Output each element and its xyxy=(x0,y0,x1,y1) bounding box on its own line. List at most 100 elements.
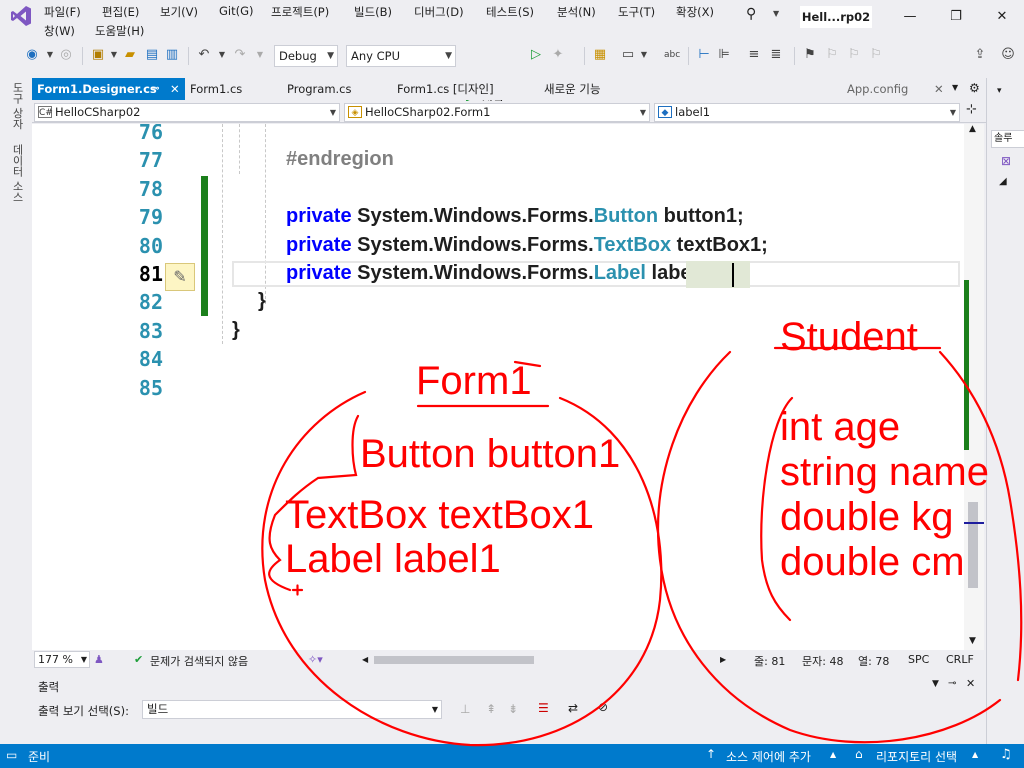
settings-icon[interactable]: ⚙ xyxy=(969,81,980,95)
line-ending-indicator[interactable]: CRLF xyxy=(946,653,974,666)
prev-bookmark-icon[interactable]: ⚐ xyxy=(824,47,840,63)
redo-dropdown-icon[interactable]: ▼ xyxy=(252,47,268,63)
notifications-icon[interactable]: ♫ xyxy=(1000,747,1012,762)
comment-icon[interactable]: ≡ xyxy=(746,47,762,63)
tab-whats-new[interactable]: 새로운 기능 xyxy=(539,78,639,100)
forward-icon[interactable]: ◎ xyxy=(58,47,74,63)
menu-debug[interactable]: 디버그(D) xyxy=(414,4,464,20)
class-dropdown[interactable]: ◈ HelloCSharp02.Form1 ▼ xyxy=(344,103,650,122)
align-left-icon[interactable]: ⊢ xyxy=(696,47,712,63)
source-control-dropdown-icon[interactable]: ▲ xyxy=(830,750,836,759)
scroll-right-icon[interactable]: ▶ xyxy=(720,655,726,664)
bookmark-icon[interactable]: ⚑ xyxy=(802,47,818,63)
back-dropdown-icon[interactable]: ▼ xyxy=(42,47,58,63)
add-source-control-button[interactable]: 소스 제어에 추가 xyxy=(726,748,811,765)
tab-list-icon[interactable]: ▼ xyxy=(952,83,958,92)
feedback-icon[interactable]: ☺ xyxy=(1000,47,1016,63)
save-all-icon[interactable]: ▥ xyxy=(164,47,180,63)
scroll-left-icon[interactable]: ◀ xyxy=(362,655,368,664)
tab-program-cs[interactable]: Program.cs xyxy=(282,78,382,100)
tab-form1-design[interactable]: Form1.cs [디자인] xyxy=(392,78,522,100)
code-editor[interactable]: 76 77 78 79 80 81 82 83 84 85 ✎ #endregi… xyxy=(32,124,964,650)
menu-project[interactable]: 프로젝트(P) xyxy=(271,4,329,20)
pin-icon[interactable]: ⊸ xyxy=(152,78,160,100)
prev-message-icon[interactable]: ⇞ xyxy=(486,702,496,716)
line-indicator[interactable]: 줄: 81 xyxy=(754,653,785,669)
tab-app-config[interactable]: App.config ✕ xyxy=(842,78,952,100)
tab-form1-designer[interactable]: Form1.Designer.cs ⊸ ✕ xyxy=(32,78,185,100)
close-tab-icon[interactable]: ✕ xyxy=(934,78,944,100)
horizontal-scroll-thumb[interactable] xyxy=(374,656,534,664)
menu-view[interactable]: 보기(V) xyxy=(160,4,198,20)
live-share-icon[interactable]: ⇪ xyxy=(972,47,988,63)
restore-icon[interactable]: ❐ xyxy=(942,6,970,28)
editor-status-bar: 177 % ▼ ♟ ✔ 문제가 검색되지 않음 ✧▾ ◀ ▶ 줄: 81 문자: … xyxy=(32,650,986,670)
goto-error-icon[interactable]: ⊥ xyxy=(460,702,470,716)
expand-icon[interactable]: ◢ xyxy=(999,176,1007,187)
toolbox-tab[interactable]: 도구 상자 xyxy=(9,82,25,130)
repo-dropdown-icon[interactable]: ▲ xyxy=(972,750,978,759)
layout-icon[interactable]: ▭ xyxy=(620,47,636,63)
redo-icon[interactable]: ↷ xyxy=(232,47,248,63)
save-icon[interactable]: ▤ xyxy=(144,47,160,63)
word-wrap-icon[interactable]: ⇄ xyxy=(568,701,578,715)
quick-actions-screwdriver-icon[interactable]: ✎ xyxy=(165,263,195,291)
whitespace-indicator[interactable]: SPC xyxy=(908,653,929,666)
menu-edit[interactable]: 편집(E) xyxy=(102,4,139,20)
close-tab-icon[interactable]: ✕ xyxy=(170,78,180,100)
vertical-scrollbar[interactable]: ▲ ▼ xyxy=(964,124,984,650)
scroll-thumb[interactable] xyxy=(968,502,978,588)
platform-select[interactable]: Any CPU ▼ xyxy=(346,45,456,67)
close-icon[interactable]: ✕ xyxy=(988,6,1016,28)
panel-arrow-icon[interactable]: ▾ xyxy=(997,86,1002,96)
project-dropdown[interactable]: C# HelloCSharp02 ▼ xyxy=(34,103,340,122)
next-message-icon[interactable]: ⇟ xyxy=(508,702,518,716)
undo-dropdown-icon[interactable]: ▼ xyxy=(214,47,230,63)
hot-reload-icon[interactable]: ✦ xyxy=(550,47,566,63)
layout-dropdown-icon[interactable]: ▼ xyxy=(636,47,652,63)
solution-search-field[interactable]: 솔루 xyxy=(991,130,1024,148)
spell-check-icon[interactable]: abc xyxy=(664,47,680,63)
back-icon[interactable]: ◉ xyxy=(24,47,40,63)
menu-extensions[interactable]: 확장(X) xyxy=(676,4,714,20)
configuration-select[interactable]: Debug ▼ xyxy=(274,45,338,67)
output-source-select[interactable]: 빌드 ▼ xyxy=(142,700,442,719)
menu-help[interactable]: 도움말(H) xyxy=(95,23,144,39)
panel-menu-icon[interactable]: ▼ xyxy=(932,679,939,689)
data-sources-tab[interactable]: 데이터 소스 xyxy=(9,144,25,203)
search-dropdown-icon[interactable]: ▼ xyxy=(773,9,779,18)
split-icon[interactable]: ⊹ xyxy=(966,102,977,117)
close-panel-icon[interactable]: ✕ xyxy=(966,677,975,690)
menu-window[interactable]: 창(W) xyxy=(44,23,75,39)
start-without-debug-icon[interactable]: ▷ xyxy=(528,47,544,63)
menu-build[interactable]: 빌드(B) xyxy=(354,4,392,20)
pin-icon[interactable]: ⊸ xyxy=(948,678,956,689)
member-dropdown[interactable]: ◆ label1 ▼ xyxy=(654,103,960,122)
menu-test[interactable]: 테스트(S) xyxy=(486,4,534,20)
tab-form1-cs[interactable]: Form1.cs xyxy=(185,78,275,100)
scroll-down-icon[interactable]: ▼ xyxy=(969,636,976,646)
align-icon[interactable]: ⊫ xyxy=(716,47,732,63)
clear-all-icon[interactable]: ☰ xyxy=(538,701,549,715)
stop-icon[interactable]: ⊘ xyxy=(598,700,608,714)
clear-bookmark-icon[interactable]: ⚐ xyxy=(868,47,884,63)
menu-analyze[interactable]: 분석(N) xyxy=(557,4,596,20)
zoom-select[interactable]: 177 % ▼ xyxy=(34,651,90,668)
menu-tools[interactable]: 도구(T) xyxy=(618,4,655,20)
code-cleanup-icon[interactable]: ✧▾ xyxy=(308,653,323,666)
issues-status[interactable]: 문제가 검색되지 않음 xyxy=(150,653,248,669)
solution-explorer-icon[interactable]: ▦ xyxy=(592,47,608,63)
search-icon[interactable]: ⚲ xyxy=(746,6,756,22)
scroll-up-icon[interactable]: ▲ xyxy=(969,124,976,134)
menu-git[interactable]: Git(G) xyxy=(219,4,254,18)
open-folder-icon[interactable]: ▰ xyxy=(122,47,138,63)
next-bookmark-icon[interactable]: ⚐ xyxy=(846,47,862,63)
uncomment-icon[interactable]: ≣ xyxy=(768,47,784,63)
minimize-icon[interactable]: — xyxy=(896,6,924,28)
new-project-icon[interactable]: ▣ xyxy=(90,47,106,63)
undo-icon[interactable]: ↶ xyxy=(196,47,212,63)
new-dropdown-icon[interactable]: ▼ xyxy=(106,47,122,63)
menu-file[interactable]: 파일(F) xyxy=(44,4,81,20)
select-repository-button[interactable]: 리포지토리 선택 xyxy=(876,748,957,765)
intellicode-icon[interactable]: ♟ xyxy=(94,653,104,666)
